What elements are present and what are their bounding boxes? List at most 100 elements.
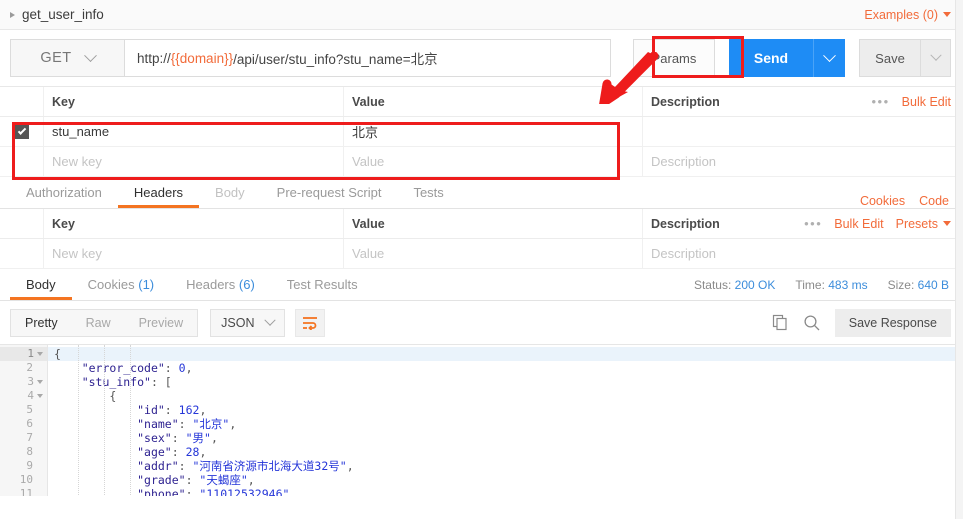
new-param-value-input[interactable]: Value: [344, 147, 643, 176]
http-method-select[interactable]: GET: [10, 39, 125, 77]
gutter-line: 2: [0, 361, 47, 375]
new-param-description-input[interactable]: Description: [643, 147, 963, 176]
param-value-input[interactable]: 北京: [344, 117, 643, 146]
editor-code-area[interactable]: { "error_code": 0, "stu_info": [ { "id":…: [48, 345, 963, 496]
response-tab-cookies[interactable]: Cookies (1): [72, 269, 170, 300]
view-mode-raw[interactable]: Raw: [72, 310, 125, 336]
headers-header-value: Value: [344, 209, 643, 238]
new-param-key-input[interactable]: New key: [44, 147, 344, 176]
code-line: "age": 28,: [48, 445, 963, 459]
table-row-new[interactable]: New key Value Description: [0, 239, 963, 269]
code-token: 162: [178, 403, 200, 417]
presets-label: Presets: [895, 216, 938, 231]
fold-triangle-icon[interactable]: [37, 394, 43, 398]
chevron-down-icon: [264, 314, 277, 326]
tab-body[interactable]: Body: [199, 177, 261, 208]
params-header-key: Key: [44, 87, 344, 116]
more-options-icon[interactable]: •••: [872, 94, 890, 109]
line-number: 5: [26, 403, 33, 416]
status-stat: Status: 200 OK: [694, 278, 775, 292]
code-token: "addr": [137, 459, 179, 473]
gutter-line: 1: [0, 347, 47, 361]
fold-triangle-icon[interactable]: [37, 352, 43, 356]
line-number: 4: [27, 389, 34, 402]
url-input[interactable]: http://{{domain}}/api/user/stu_info?stu_…: [125, 39, 611, 77]
presets-dropdown[interactable]: Presets: [896, 217, 951, 231]
chevron-down-icon: [943, 12, 951, 17]
fold-triangle-icon[interactable]: [37, 380, 43, 384]
tab-tests[interactable]: Tests: [397, 177, 459, 208]
status-badge: 200 OK: [734, 277, 776, 292]
response-tab-cookies-label: Cookies: [87, 277, 135, 292]
code-token: :: [171, 445, 186, 459]
headers-header-desc-cell: Description ••• Bulk Edit Presets: [643, 209, 963, 238]
tab-authorization[interactable]: Authorization: [10, 177, 118, 208]
code-token: :: [178, 459, 193, 473]
param-key-input[interactable]: stu_name: [44, 117, 344, 146]
params-header-description: Description: [651, 94, 720, 109]
caret-right-icon[interactable]: [10, 11, 15, 18]
postman-request-panel: get_user_info Examples (0) GET http://{{…: [0, 0, 963, 519]
params-header-check-cell: [0, 87, 44, 116]
headers-header-key: Key: [44, 209, 344, 238]
copy-icon[interactable]: [772, 314, 789, 331]
save-options-button[interactable]: [921, 39, 951, 77]
examples-dropdown[interactable]: Examples (0): [864, 8, 951, 22]
view-mode-preview[interactable]: Preview: [125, 310, 197, 336]
code-line: "id": 162,: [48, 403, 963, 417]
save-response-button[interactable]: Save Response: [834, 308, 951, 337]
code-token: :: [185, 473, 200, 487]
word-wrap-icon[interactable]: [295, 308, 326, 337]
code-line: "name": "北京",: [48, 417, 963, 431]
save-button[interactable]: Save: [859, 39, 921, 77]
response-body-editor[interactable]: 1 2 3 4 5 6 7 8 9 10 11 { "error_code": 0, "stu_in…: [0, 344, 963, 496]
response-tabs: Body Cookies (1) Headers (6) Test Result…: [0, 269, 963, 301]
headers-bulk-edit-link[interactable]: Bulk Edit: [834, 217, 883, 231]
response-tab-headers[interactable]: Headers (6): [170, 269, 271, 300]
search-icon[interactable]: [803, 314, 821, 332]
view-mode-pretty[interactable]: Pretty: [11, 310, 72, 336]
gutter-line: 10: [0, 473, 47, 487]
url-suffix: /api/user/stu_info?stu_name=北京: [233, 52, 438, 67]
params-bulk-edit-link[interactable]: Bulk Edit: [902, 95, 951, 109]
send-options-button[interactable]: [813, 39, 845, 77]
params-table-header: Key Value Description ••• Bulk Edit: [0, 87, 963, 117]
editor-gutter: 1 2 3 4 5 6 7 8 9 10 11: [0, 345, 48, 496]
table-row[interactable]: stu_name 北京: [0, 117, 963, 147]
line-number: 6: [26, 417, 33, 430]
cookies-link[interactable]: Cookies: [860, 194, 905, 208]
headers-table-header: Key Value Description ••• Bulk Edit Pres…: [0, 209, 963, 239]
code-line: {: [48, 347, 963, 361]
param-enabled-checkbox[interactable]: [14, 124, 29, 139]
code-token: {: [109, 389, 117, 403]
status-label: Status:: [693, 277, 732, 292]
more-options-icon[interactable]: •••: [804, 216, 822, 231]
code-token: :: [185, 487, 200, 496]
send-button[interactable]: Send: [729, 39, 813, 77]
editor-inner: 1 2 3 4 5 6 7 8 9 10 11 { "error_code": 0, "stu_in…: [0, 345, 963, 496]
code-link[interactable]: Code: [919, 194, 949, 208]
response-format-select[interactable]: JSON: [210, 308, 286, 337]
new-header-key-input[interactable]: New key: [44, 239, 344, 268]
chevron-down-icon: [929, 49, 942, 61]
new-header-description-input[interactable]: Description: [643, 239, 963, 268]
request-name: get_user_info: [22, 7, 104, 22]
request-tabs-links: Cookies Code: [860, 194, 963, 208]
tab-headers[interactable]: Headers: [117, 177, 200, 208]
response-tab-body[interactable]: Body: [10, 269, 72, 300]
table-row-new[interactable]: New key Value Description: [0, 147, 963, 177]
gutter-line: 6: [0, 417, 47, 431]
tab-pre-request-script[interactable]: Pre-request Script: [261, 177, 398, 208]
param-description-input[interactable]: [643, 117, 963, 146]
line-number: 3: [27, 375, 34, 388]
params-button[interactable]: Params: [633, 39, 715, 77]
request-name-bar: get_user_info Examples (0): [0, 0, 963, 30]
code-token: "phone": [137, 487, 186, 496]
response-tab-headers-label: Headers: [186, 277, 236, 292]
url-variable: {{domain}}: [170, 50, 234, 66]
gutter-line: 5: [0, 403, 47, 417]
new-header-value-input[interactable]: Value: [344, 239, 643, 268]
code-token: "stu_info": [81, 375, 151, 389]
code-token: "男": [185, 431, 211, 445]
response-tab-test-results[interactable]: Test Results: [271, 269, 374, 300]
